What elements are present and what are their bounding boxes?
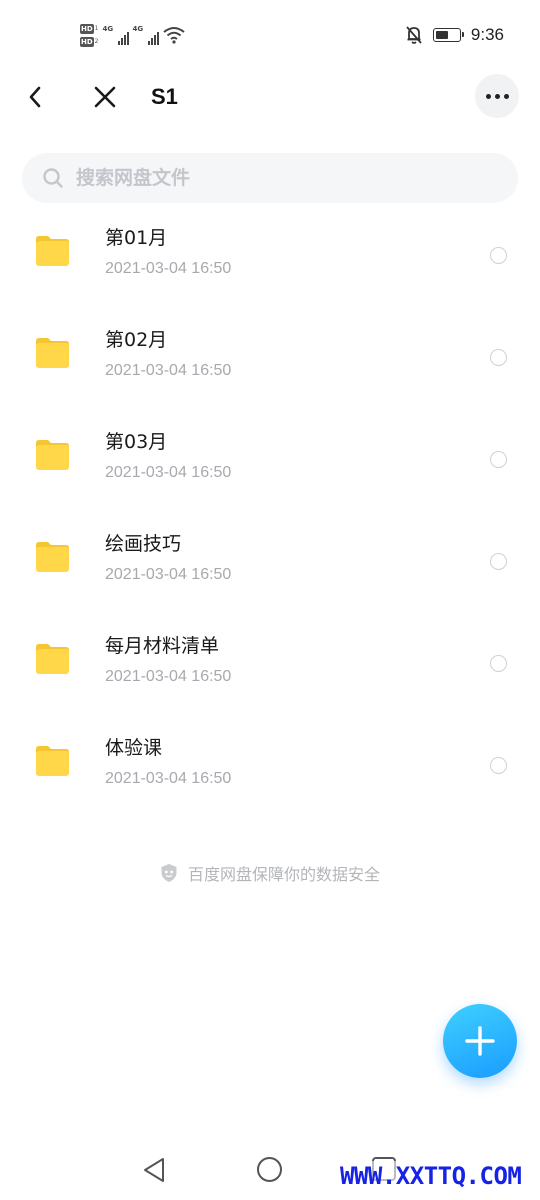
select-checkbox[interactable]: [490, 553, 507, 570]
file-name: 每月材料清单: [105, 635, 220, 657]
watermark-text: WWW.XXTTQ.COM: [340, 1161, 522, 1191]
select-checkbox[interactable]: [490, 451, 507, 468]
select-checkbox[interactable]: [490, 247, 507, 264]
select-checkbox[interactable]: [490, 349, 507, 366]
select-checkbox[interactable]: [490, 757, 507, 774]
search-icon: [43, 168, 63, 188]
file-name: 绘画技巧: [105, 533, 182, 555]
safety-text: 百度网盘保障你的数据安全: [187, 865, 380, 884]
plus-icon: [465, 1026, 495, 1056]
hd-icon: HD 2: [80, 36, 99, 47]
hd-sub: 1: [94, 24, 99, 32]
network-type: 4G: [132, 25, 144, 33]
status-left: HD 1 HD 2 4G 4G: [80, 18, 185, 52]
file-row[interactable]: 第03月 2021-03-04 16:50: [0, 408, 540, 510]
folder-icon: [36, 338, 69, 368]
folder-icon: [36, 644, 69, 674]
status-right: 9:36: [405, 22, 504, 48]
file-name: 第03月: [105, 431, 168, 453]
file-date: 2021-03-04 16:50: [105, 566, 232, 583]
hd-sub: 2: [94, 37, 99, 45]
hd-label: HD: [80, 36, 94, 47]
safety-note: 百度网盘保障你的数据安全: [0, 860, 540, 886]
file-row[interactable]: 每月材料清单 2021-03-04 16:50: [0, 612, 540, 714]
hd-label: HD: [80, 23, 94, 34]
nav-home-icon[interactable]: [257, 1157, 282, 1182]
battery-fill: [435, 31, 448, 39]
page-title: S1: [151, 84, 178, 109]
file-date: 2021-03-04 16:50: [105, 770, 232, 787]
folder-icon: [36, 746, 69, 776]
status-bar: HD 1 HD 2 4G 4G 9:36: [0, 0, 540, 70]
search-input[interactable]: [76, 167, 456, 189]
close-button[interactable]: [88, 80, 122, 114]
battery-icon: [432, 28, 464, 42]
more-button[interactable]: [475, 74, 519, 118]
more-icon: [494, 93, 500, 99]
bell-off-icon: [406, 26, 422, 44]
more-icon: [503, 93, 509, 99]
file-date: 2021-03-04 16:50: [105, 362, 232, 379]
close-icon: [94, 86, 116, 108]
file-row[interactable]: 体验课 2021-03-04 16:50: [0, 714, 540, 816]
file-name: 第02月: [105, 329, 168, 351]
back-button[interactable]: [18, 80, 52, 114]
hd-icon: HD 1: [80, 23, 99, 34]
search-bar[interactable]: [22, 153, 518, 203]
signal-icon: 4G: [133, 25, 159, 45]
file-date: 2021-03-04 16:50: [105, 464, 232, 481]
file-date: 2021-03-04 16:50: [105, 260, 232, 277]
hd-indicators: HD 1 HD 2: [80, 23, 99, 47]
file-list: 第01月 2021-03-04 16:50 第02月 2021-03-04 16…: [0, 204, 540, 816]
file-row[interactable]: 绘画技巧 2021-03-04 16:50: [0, 510, 540, 612]
network-type: 4G: [102, 25, 114, 33]
file-name: 体验课: [105, 737, 163, 759]
file-date: 2021-03-04 16:50: [105, 668, 232, 685]
file-name: 第01月: [105, 227, 168, 249]
more-icon: [485, 93, 491, 99]
chevron-left-icon: [29, 86, 41, 108]
folder-icon: [36, 542, 69, 572]
wifi-icon: [162, 27, 185, 44]
file-row[interactable]: 第02月 2021-03-04 16:50: [0, 306, 540, 408]
app-header: S1: [0, 70, 540, 124]
clock: 9:36: [470, 25, 504, 44]
nav-back-icon[interactable]: [141, 1156, 167, 1184]
folder-icon: [36, 236, 69, 266]
file-row[interactable]: 第01月 2021-03-04 16:50: [0, 204, 540, 306]
add-button[interactable]: [443, 1004, 517, 1078]
shield-icon: [161, 864, 177, 882]
folder-icon: [36, 440, 69, 470]
select-checkbox[interactable]: [490, 655, 507, 672]
signal-icon: 4G: [103, 25, 129, 45]
